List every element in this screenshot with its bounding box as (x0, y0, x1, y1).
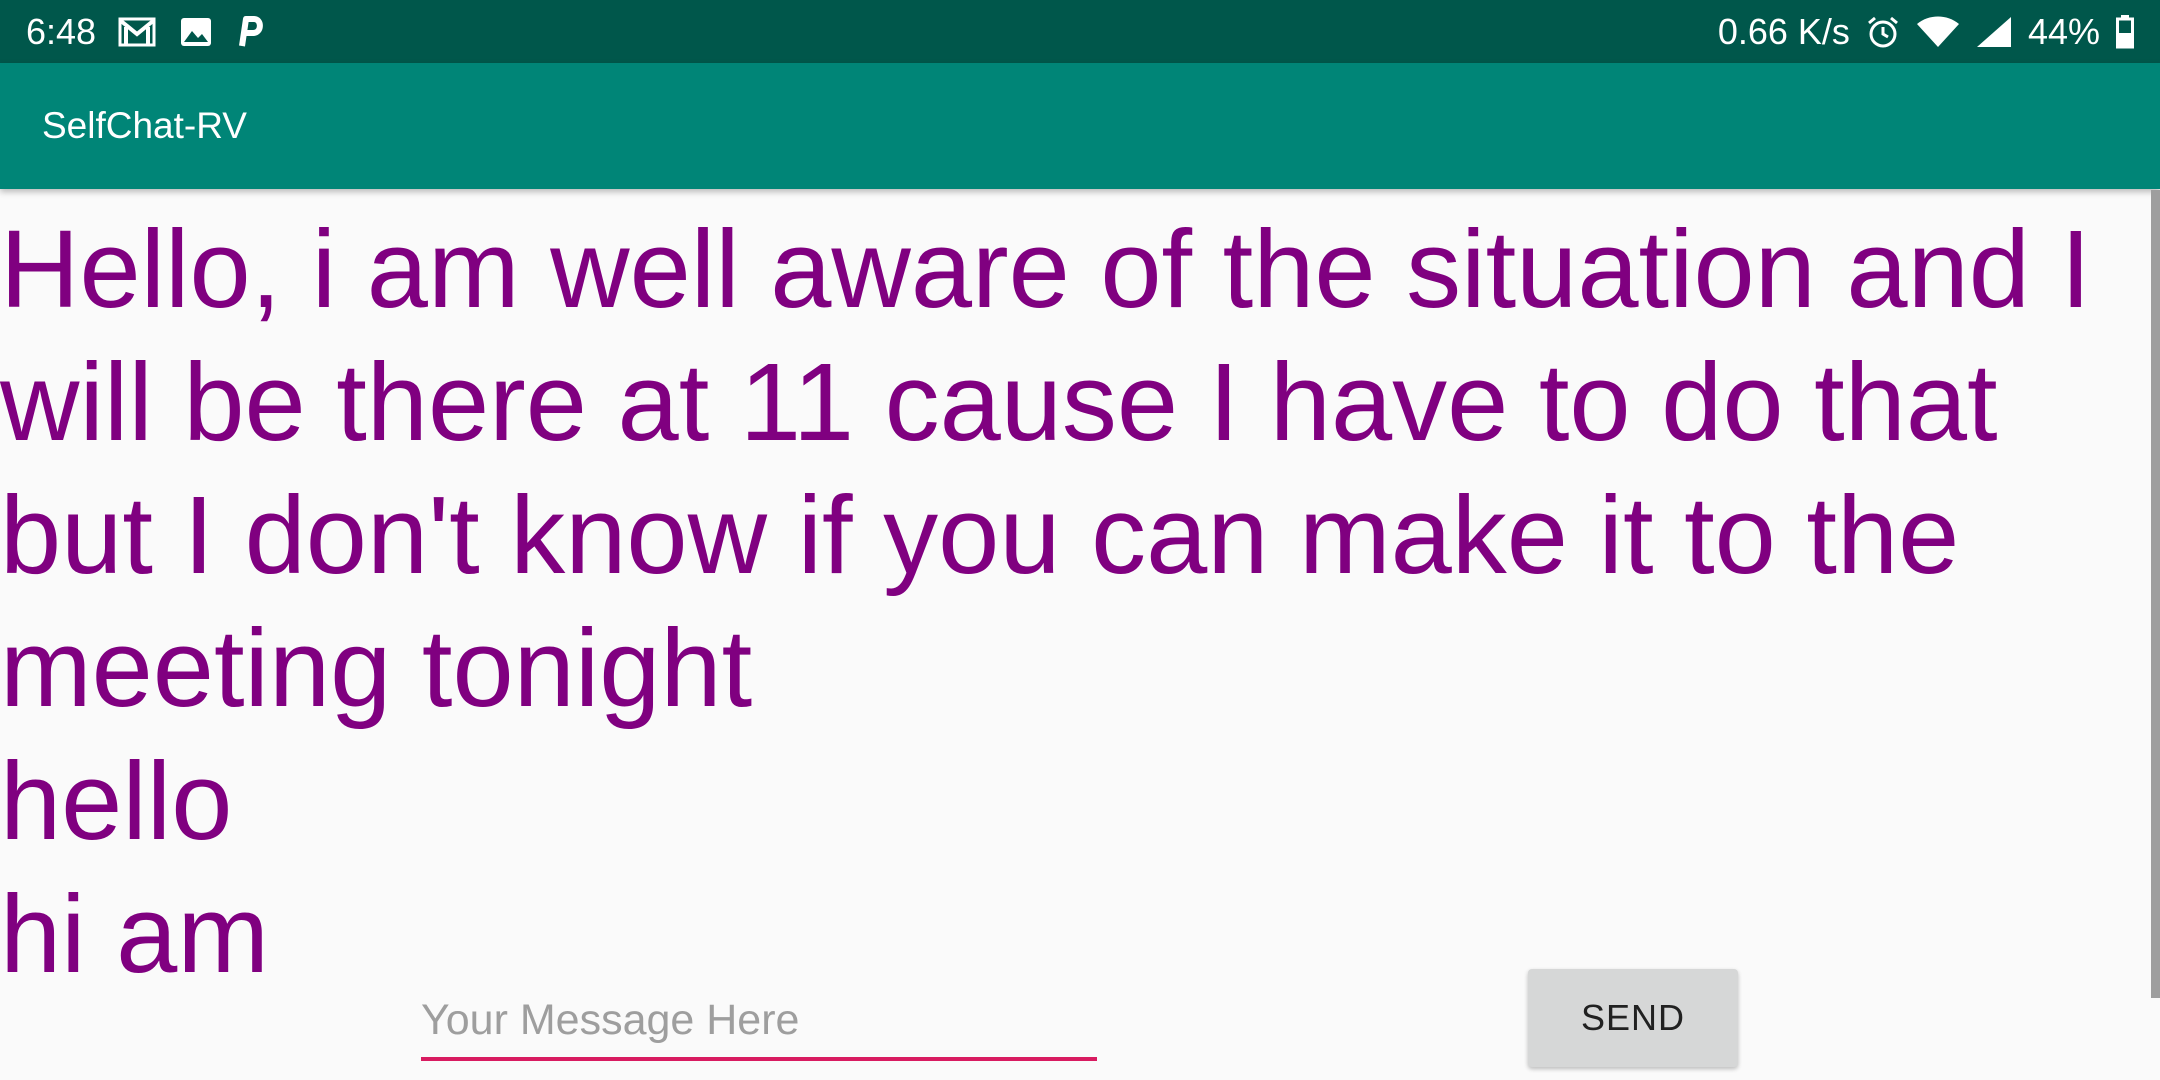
message-item: Hello, i am well aware of the situation … (0, 208, 2092, 730)
signal-icon (1976, 16, 2012, 48)
send-button[interactable]: SEND (1528, 969, 1738, 1067)
message-item: hi am (0, 873, 269, 996)
wifi-icon (1916, 16, 1960, 48)
status-time: 6:48 (26, 10, 97, 52)
status-left: 6:48 (26, 0, 288, 63)
gmail-icon (118, 17, 156, 47)
message-input-container (421, 985, 1097, 1063)
gallery-icon (180, 17, 212, 47)
app-bar: SelfChat-RV (0, 63, 2160, 189)
message-item: hello (0, 740, 233, 863)
message-input[interactable] (421, 985, 1097, 1055)
alarm-icon (1866, 15, 1900, 49)
net-speed: 0.66 K/s (1717, 10, 1850, 52)
input-underline (421, 1057, 1097, 1061)
battery-level: 44% (2027, 10, 2100, 52)
scrollbar[interactable] (2151, 190, 2160, 998)
battery-icon (2116, 14, 2134, 49)
parking-icon (236, 15, 264, 48)
message-list[interactable]: Hello, i am well aware of the situation … (0, 203, 2130, 1001)
status-right: 0.66 K/s 44% (1702, 0, 2134, 63)
status-bar: 6:48 0.66 K/s 44% (0, 0, 2160, 63)
app-title: SelfChat-RV (42, 105, 247, 146)
